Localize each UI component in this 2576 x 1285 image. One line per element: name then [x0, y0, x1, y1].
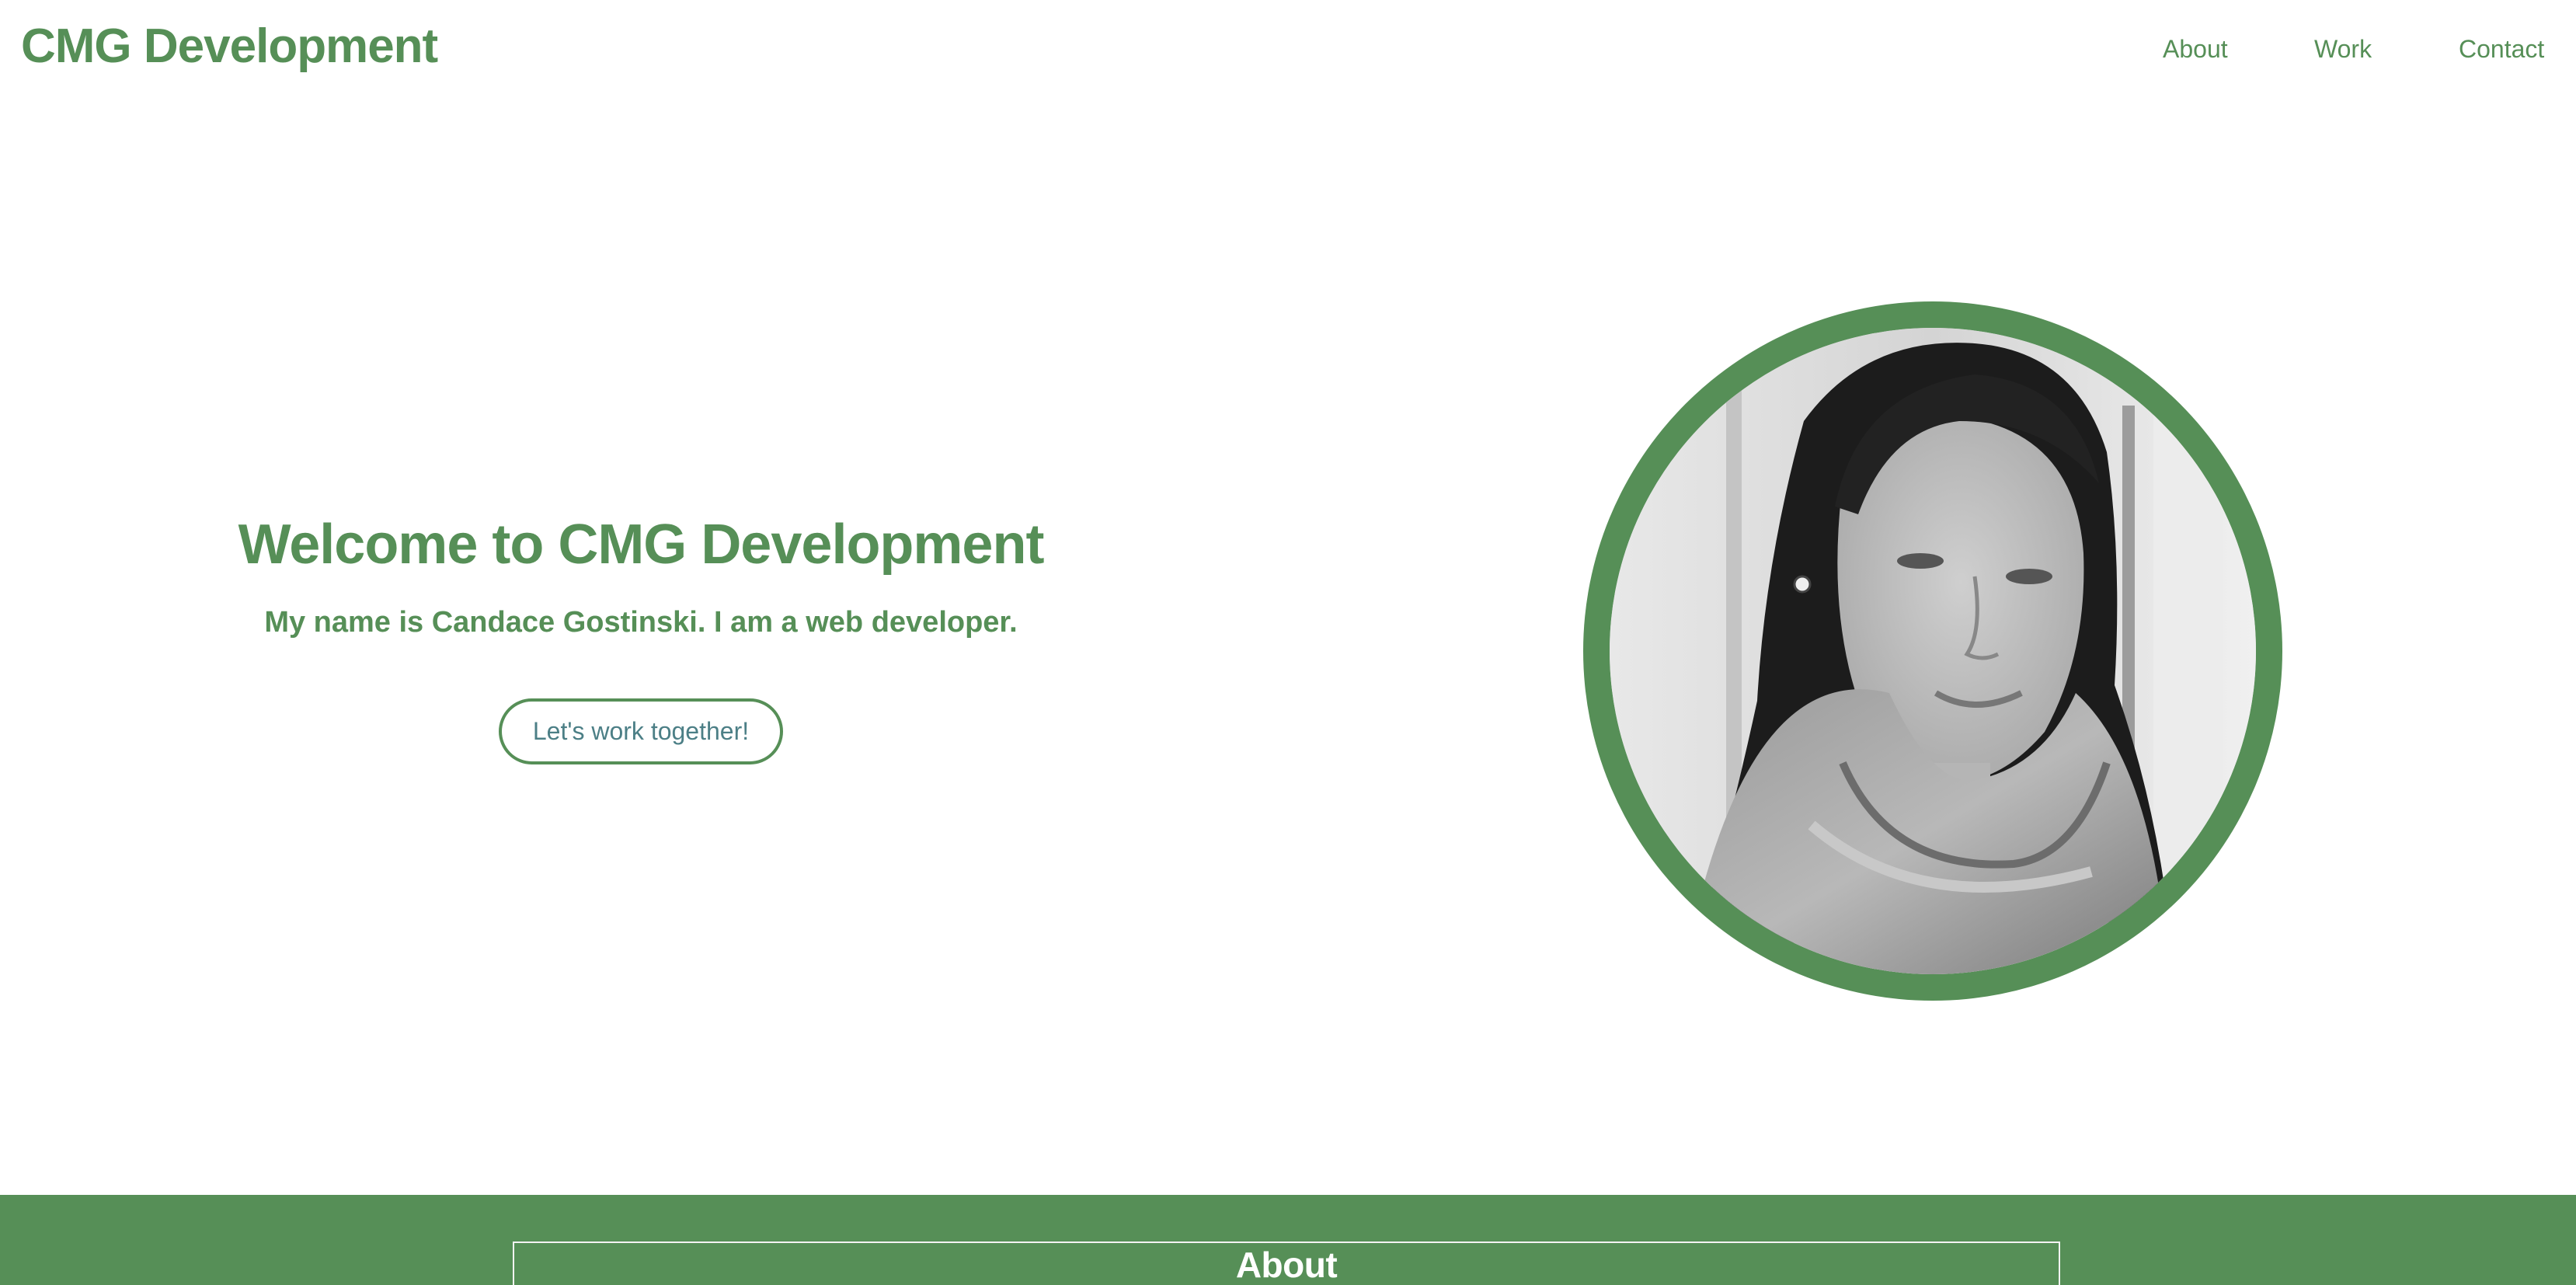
portrait-photo	[1610, 328, 2256, 974]
about-section: About	[0, 1195, 2576, 1285]
hero-intro: Welcome to CMG Development My name is Ca…	[155, 513, 1126, 764]
about-heading: About	[1235, 1245, 1338, 1285]
portrait-image	[1610, 328, 2256, 974]
site-header: CMG Development About Work Contact	[0, 0, 2576, 109]
portrait-frame	[1583, 301, 2282, 1001]
nav-link-contact[interactable]: Contact	[2459, 35, 2544, 64]
page: CMG Development About Work Contact Welco…	[0, 0, 2576, 1285]
work-together-button[interactable]: Let's work together!	[498, 698, 784, 764]
about-heading-box: About	[513, 1241, 2060, 1285]
hero-subtitle: My name is Candace Gostinski. I am a web…	[264, 606, 1018, 639]
nav-link-about[interactable]: About	[2163, 35, 2228, 64]
hero-title: Welcome to CMG Development	[238, 514, 1045, 576]
brand-logo[interactable]: CMG Development	[21, 19, 438, 74]
nav-link-work[interactable]: Work	[2314, 35, 2372, 64]
